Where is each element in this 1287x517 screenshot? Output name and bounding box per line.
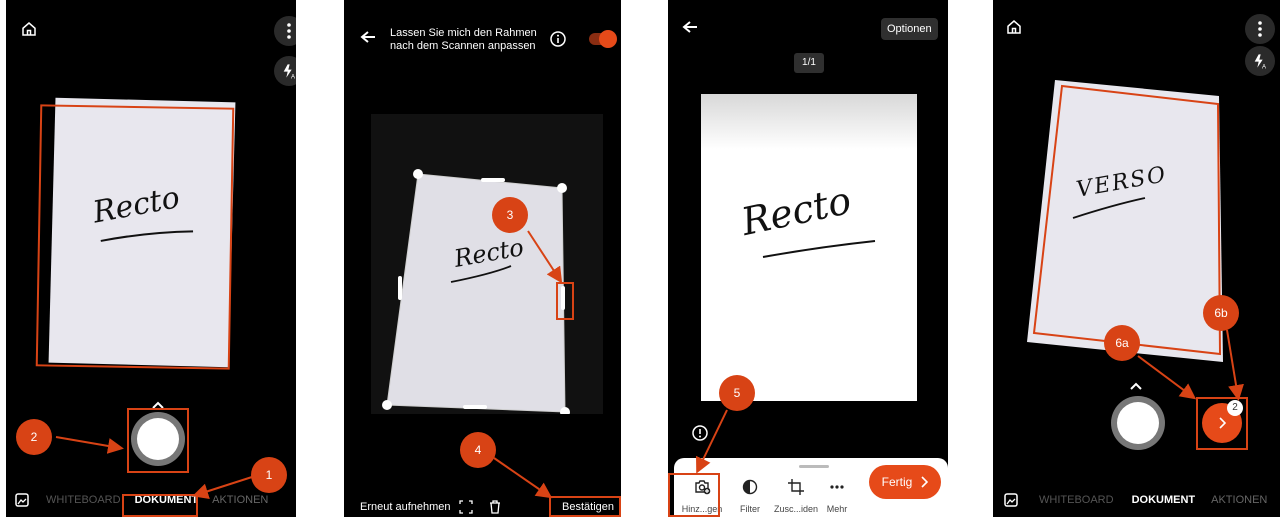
done-label: Fertig (881, 475, 913, 489)
highlight-next (1196, 397, 1248, 450)
more-horizontal-icon (830, 485, 844, 489)
screenshot-review: Optionen 1/1 Recto Hinz...gen Filter Zus… (668, 0, 948, 517)
mode-whiteboard[interactable]: WHITEBOARD (1039, 494, 1114, 506)
mode-actions[interactable]: AKTIONEN (1211, 494, 1267, 506)
filter-icon (742, 479, 758, 495)
shutter-inner (1117, 402, 1159, 444)
info-icon[interactable] (550, 31, 566, 47)
home-icon (22, 22, 36, 36)
tool-more-label: Mehr (826, 504, 848, 514)
callout-6b: 6b (1203, 295, 1239, 331)
tool-more[interactable]: Mehr (817, 478, 857, 514)
highlight-confirm (549, 496, 621, 517)
chevron-up-icon[interactable] (1129, 381, 1143, 391)
mode-whiteboard[interactable]: WHITEBOARD (46, 494, 121, 506)
frame-adjust-toggle[interactable] (589, 30, 617, 48)
tool-filter-label: Filter (740, 504, 760, 514)
mode-document[interactable]: DOKUMENT (1132, 494, 1196, 506)
highlight-mode-document (122, 494, 198, 517)
callout-2: 2 (16, 419, 52, 455)
header-line-1: Lassen Sie mich den Rahmen (390, 27, 537, 39)
toggle-knob (599, 30, 617, 48)
home-button[interactable] (14, 14, 44, 44)
screenshot-camera-verso: A VERSO 2 WHITEBOARD DOKUMENT AKTIONEN (993, 0, 1280, 517)
handwritten-text: Recto (737, 177, 855, 245)
retake-button[interactable]: Erneut aufnehmen (360, 501, 451, 513)
highlight-edge-handle (556, 282, 574, 320)
flash-button[interactable]: A (274, 56, 296, 86)
detection-frame (35, 104, 235, 370)
shutter-button[interactable] (1111, 396, 1165, 450)
callout-3: 3 (492, 197, 528, 233)
sheet-handle[interactable] (799, 465, 829, 468)
callout-1: 1 (251, 457, 287, 493)
chevron-right-icon (921, 476, 929, 488)
done-button[interactable]: Fertig (869, 465, 941, 499)
trash-icon[interactable] (489, 499, 501, 514)
arrow-left-icon[interactable] (360, 30, 376, 44)
tool-crop[interactable]: Zusc...iden (771, 478, 821, 514)
header-text: Lassen Sie mich den Rahmen nach dem Scan… (390, 27, 537, 53)
mode-actions[interactable]: AKTIONEN (212, 494, 268, 506)
tool-crop-label: Zusc...iden (773, 504, 819, 514)
highlight-add-page (668, 473, 720, 517)
callout-6a: 6a (1104, 325, 1140, 361)
highlight-shutter (127, 408, 189, 473)
scanned-page: Recto (701, 94, 917, 401)
more-options-button[interactable] (274, 16, 296, 46)
page-counter: 1/1 (794, 53, 824, 73)
image-preview: Recto (371, 114, 603, 414)
alert-icon[interactable] (692, 425, 708, 441)
gallery-icon[interactable] (1003, 492, 1019, 508)
mode-bar: WHITEBOARD DOKUMENT AKTIONEN (993, 483, 1280, 517)
callout-4: 4 (460, 432, 496, 468)
arrow-left-icon[interactable] (682, 20, 698, 34)
flash-auto-icon: A (283, 64, 295, 79)
gallery-icon[interactable] (14, 492, 30, 508)
underline-stroke (762, 240, 876, 258)
options-button[interactable]: Optionen (881, 18, 938, 40)
more-vertical-icon (287, 23, 291, 39)
svg-text:A: A (291, 74, 295, 79)
header-line-2: nach dem Scannen anpassen (390, 40, 536, 52)
expand-icon[interactable] (458, 499, 473, 514)
crop-icon (788, 479, 804, 495)
tool-filter[interactable]: Filter (730, 478, 770, 514)
callout-5: 5 (719, 375, 755, 411)
